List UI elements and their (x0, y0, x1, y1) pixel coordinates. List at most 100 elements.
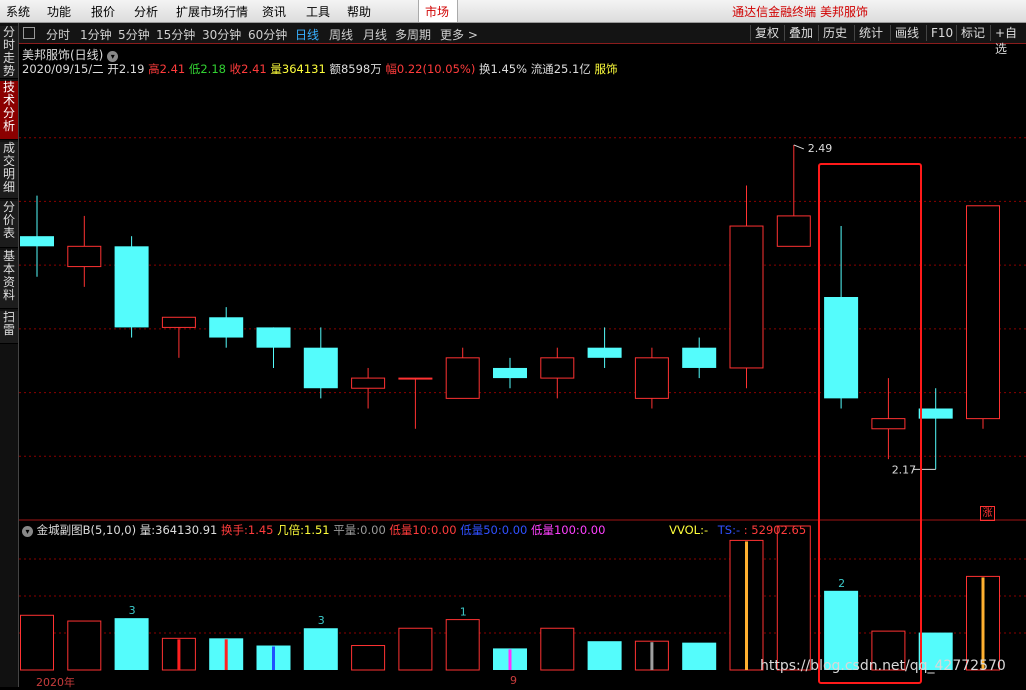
candle-body (114, 246, 149, 328)
period-multi[interactable]: 多周期 (395, 26, 431, 43)
candle-body (398, 377, 433, 380)
candle-body (209, 317, 244, 338)
limit-up-badge: 涨 (980, 506, 995, 521)
period-intraday[interactable]: 分时 (46, 26, 70, 43)
candle-body (67, 245, 102, 268)
side-tab-trades[interactable]: 成交明细 (0, 142, 18, 199)
amount-label: 额 (329, 62, 341, 76)
ind-pingliang-label: 平量: (333, 523, 361, 537)
low-label: 低 (188, 62, 201, 76)
quote-date: 2020/09/15/二 (22, 62, 104, 76)
draw-button[interactable]: 画线 (890, 25, 923, 41)
volume-count-label: 1 (460, 606, 467, 619)
amount-value: 8598万 (340, 62, 382, 76)
side-tab-fundamentals-label: 基本资料 (2, 249, 15, 302)
history-button[interactable]: 历史 (818, 25, 851, 41)
side-tab-price-table[interactable]: 分价表 (0, 201, 18, 248)
volume-bar (587, 641, 622, 670)
indicator-name[interactable]: 金城副图B(5,10,0) (37, 523, 136, 537)
open-value: 2.19 (118, 62, 145, 76)
vol-label: 量 (270, 62, 282, 76)
menu-tools[interactable]: 工具 (306, 3, 330, 20)
candle-body (20, 236, 54, 247)
highlight-box (818, 163, 922, 684)
stats-button[interactable]: 统计 (854, 25, 887, 41)
period-daily[interactable]: 日线 (295, 26, 319, 43)
ind-vvol-value: - (703, 523, 709, 537)
indicator-dropdown-icon[interactable]: ▾ (22, 526, 33, 537)
volume-signal-line (272, 646, 275, 670)
turnover-value: 1.45% (490, 62, 528, 76)
year-axis-label: 2020年 (36, 676, 75, 689)
menu-analysis[interactable]: 分析 (134, 3, 158, 20)
high-value: 2.41 (159, 62, 186, 76)
period-30min[interactable]: 30分钟 (202, 26, 241, 43)
period-5min[interactable]: 5分钟 (118, 26, 150, 43)
stock-title: 美邦服饰(日线) (22, 48, 104, 62)
volume-bar (776, 525, 811, 671)
ind-ts-label: TS: (717, 523, 736, 537)
period-1min[interactable]: 1分钟 (80, 26, 112, 43)
side-tab-fundamentals[interactable]: 基本资料 (0, 250, 18, 309)
f10-button[interactable]: F10 (926, 25, 957, 41)
month-axis-label: 9 (510, 674, 517, 687)
ind-liang-value: 364130.91 (155, 523, 218, 537)
ind-vvol-label: VVOL: (669, 523, 704, 537)
change-label: 幅 (385, 62, 397, 76)
candle-body (493, 367, 527, 379)
side-tab-intraday[interactable]: 分时走势 (0, 26, 18, 79)
candle-body (303, 347, 338, 389)
candle-body (966, 205, 1000, 420)
period-15min[interactable]: 15分钟 (156, 26, 195, 43)
side-tabs: 分时走势 技术分析 成交明细 分价表 基本资料 扫雷 (0, 23, 19, 687)
side-tab-technical[interactable]: 技术分析 (0, 81, 18, 140)
panel-toggle-icon[interactable] (23, 27, 35, 39)
indicator-line: ▾ 金城副图B(5,10,0) 量:364130.91 换手:1.45 几倍:1… (22, 522, 806, 538)
ind-dl50-value: 0.00 (501, 523, 528, 537)
volume-bar (398, 627, 433, 671)
sector-tag[interactable]: 服饰 (594, 62, 617, 76)
side-tab-technical-label: 技术分析 (2, 80, 15, 133)
volume-bar (540, 627, 575, 671)
volume-signal-line (981, 577, 985, 670)
menu-help[interactable]: 帮助 (347, 3, 371, 20)
menu-quote[interactable]: 报价 (91, 3, 115, 20)
side-tab-minesweep[interactable]: 扫雷 (0, 311, 18, 344)
adjust-button[interactable]: 复权 (750, 25, 783, 41)
period-more[interactable]: 更多 > (440, 26, 478, 43)
menu-function[interactable]: 功能 (47, 3, 71, 20)
stock-quote-line: 2020/09/15/二 开2.19 高2.41 低2.18 收2.41 量36… (22, 61, 617, 77)
candle-body (776, 215, 811, 247)
open-label: 开 (107, 62, 119, 76)
candle-body (587, 347, 622, 358)
mark-button[interactable]: 标记 (956, 25, 989, 41)
period-weekly[interactable]: 周线 (329, 26, 353, 43)
side-tab-price-table-label: 分价表 (2, 200, 15, 240)
candle-body (634, 357, 669, 399)
ind-dl100-label: 低量100: (530, 523, 580, 537)
high-marker-label: 2.49 (808, 142, 833, 155)
watermark: https://blog.csdn.net/qq_42772570 (760, 658, 1006, 674)
ind-dl10-value: 0.00 (430, 523, 457, 537)
ind-huanshou-label: 换手: (221, 523, 248, 537)
volume-bar (20, 614, 54, 671)
menu-ext-market[interactable]: 扩展市场行情 (176, 3, 248, 20)
float-value: 25.1亿 (553, 62, 591, 76)
ind-last-value: : 52902.65 (743, 523, 807, 537)
menu-system[interactable]: 系统 (6, 3, 30, 20)
change-value: 0.22(10.05%) (396, 62, 476, 76)
period-monthly[interactable]: 月线 (363, 26, 387, 43)
float-label: 流通 (530, 62, 554, 76)
overlay-button[interactable]: 叠加 (784, 25, 817, 41)
high-label: 高 (148, 62, 160, 76)
volume-count-label: 3 (318, 614, 325, 627)
period-60min[interactable]: 60分钟 (248, 26, 287, 43)
volume-bar (682, 642, 717, 670)
candle-body (729, 225, 764, 369)
ind-beibei-value: 1.51 (304, 523, 330, 537)
add-watchlist-button[interactable]: +自选 (990, 25, 1026, 56)
menu-news[interactable]: 资讯 (262, 3, 286, 20)
candle-body (161, 316, 196, 328)
volume-signal-line (177, 639, 181, 670)
market-tab[interactable]: 市场 (418, 0, 458, 22)
